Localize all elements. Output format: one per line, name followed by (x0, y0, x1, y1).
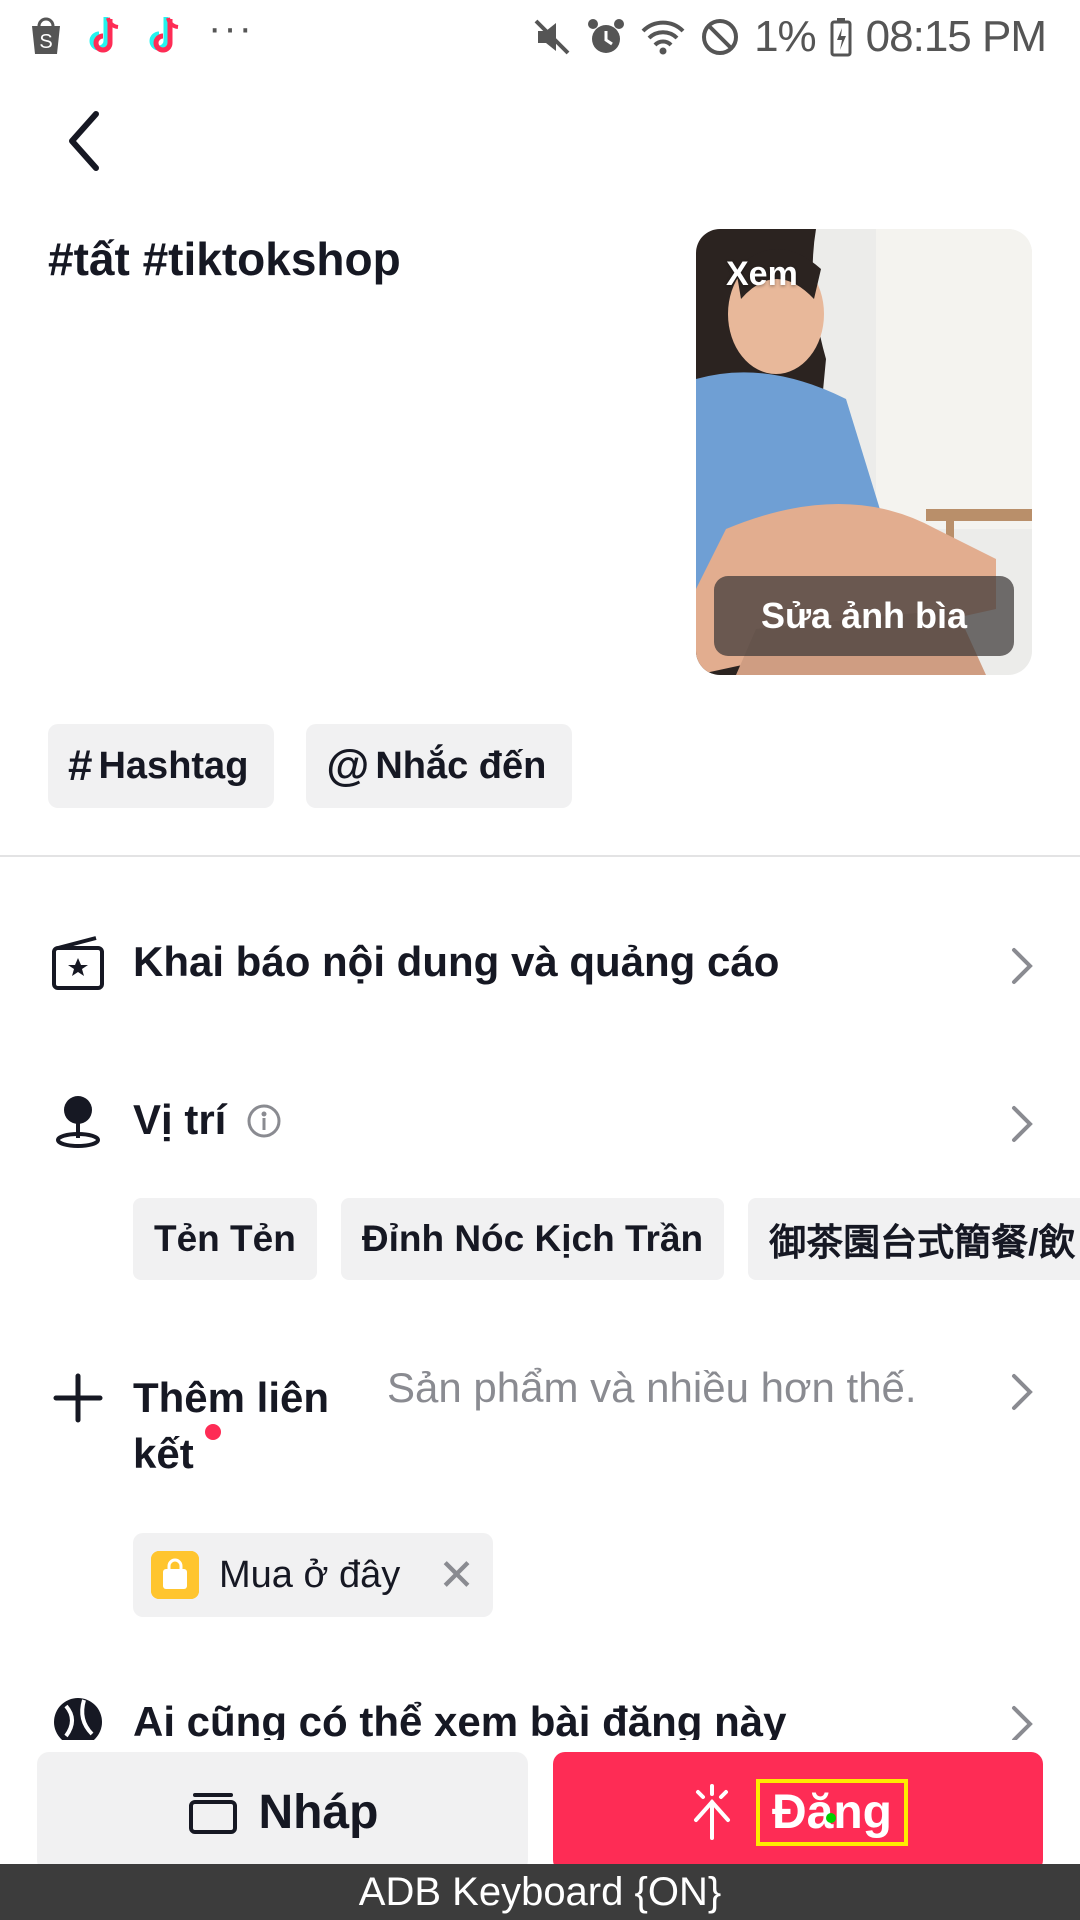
add-link-hint: Sản phẩm và nhiều hơn thế. (387, 1364, 917, 1411)
bottom-action-bar: Nháp Đăng (0, 1740, 1080, 1872)
hashtag-icon: # (68, 741, 93, 790)
battery-percent: 1% (754, 12, 817, 61)
draft-button[interactable]: Nháp (37, 1752, 528, 1872)
location-suggestion-chip[interactable]: 御茶園台式簡餐/飲 (748, 1198, 1080, 1280)
new-indicator-dot (205, 1424, 221, 1440)
caption-tools: # Hashtag @ Nhắc đến (48, 724, 573, 808)
draft-label: Nháp (258, 1785, 379, 1839)
alarm-icon (588, 19, 625, 53)
tap-indicator-dot (826, 1812, 836, 1823)
hashtag-button[interactable]: # Hashtag (48, 724, 275, 808)
plus-icon (53, 1373, 103, 1423)
status-bar-system: 1% 08:15 PM (532, 12, 1047, 62)
shop-link-chip[interactable]: Mua ở đây ✕ (133, 1533, 493, 1617)
edit-cover-button[interactable]: Sửa ảnh bìa (714, 576, 1014, 656)
disclosure-label: Khai báo nội dung và quảng cáo (133, 938, 780, 985)
shopee-icon: S (32, 17, 60, 54)
add-link-label-line1: Thêm liên (133, 1374, 330, 1421)
location-suggestion-chip[interactable]: Tẻn Tẻn (133, 1198, 317, 1280)
mention-button[interactable]: @ Nhắc đến (306, 724, 573, 808)
cover-thumbnail[interactable]: Xem Sửa ảnh bìa (696, 229, 1032, 675)
hashtag-label: Hashtag (98, 744, 249, 787)
content-disclosure-row[interactable]: Khai báo nội dung và quảng cáo (0, 920, 1080, 1010)
location-suggestion-chip[interactable]: Đỉnh Nóc Kịch Trần (340, 1198, 725, 1280)
shopping-bag-icon (151, 1551, 199, 1599)
battery-icon (830, 18, 852, 57)
add-link-label-line2: kết (133, 1430, 194, 1477)
add-link-label: Thêm liên kết (133, 1370, 329, 1482)
chevron-right-icon (1012, 1106, 1033, 1142)
svg-text:S: S (39, 31, 52, 53)
audience-label: Ai cũng có thể xem bài đăng này (133, 1698, 787, 1745)
chevron-right-icon (1012, 1374, 1033, 1410)
post-label: Đăng (756, 1778, 908, 1846)
sparkle-upload-icon (694, 1784, 730, 1840)
mute-icon (534, 19, 570, 55)
mention-label: Nhắc đến (375, 744, 547, 787)
post-label-text: Đăng (772, 1785, 892, 1839)
location-pin-icon (56, 1096, 100, 1148)
status-bar-notifications: S ··· (28, 8, 254, 56)
disclosure-icon (52, 936, 104, 990)
location-row[interactable]: Vị trí (0, 1078, 1080, 1168)
divider (0, 855, 1080, 857)
status-bar: S ··· 1% 08:15 PM (0, 0, 1080, 72)
wifi-icon (641, 20, 685, 55)
chevron-right-icon (1012, 948, 1033, 984)
clock: 08:15 PM (865, 12, 1047, 61)
tiktok-icon (149, 17, 179, 53)
dnd-icon (702, 19, 739, 55)
location-label: Vị trí (133, 1096, 227, 1143)
shop-link-label: Mua ở đây (219, 1553, 401, 1596)
mention-icon: @ (326, 741, 370, 790)
cover-view-label[interactable]: Xem (726, 255, 798, 294)
caption-input[interactable]: #tất #tiktokshop (48, 232, 401, 286)
back-arrow-icon[interactable] (56, 106, 116, 176)
tiktok-icon (89, 17, 119, 53)
post-button[interactable]: Đăng (553, 1752, 1043, 1872)
draft-icon (188, 1793, 237, 1834)
adb-keyboard-banner: ADB Keyboard {ON} (0, 1864, 1080, 1920)
remove-link-icon[interactable]: ✕ (438, 1550, 475, 1601)
more-notifications-icon: ··· (208, 6, 254, 50)
location-suggestions: Tẻn Tẻn Đỉnh Nóc Kịch Trần 御茶園台式簡餐/飲 (133, 1198, 1080, 1280)
info-icon[interactable] (246, 1103, 282, 1139)
